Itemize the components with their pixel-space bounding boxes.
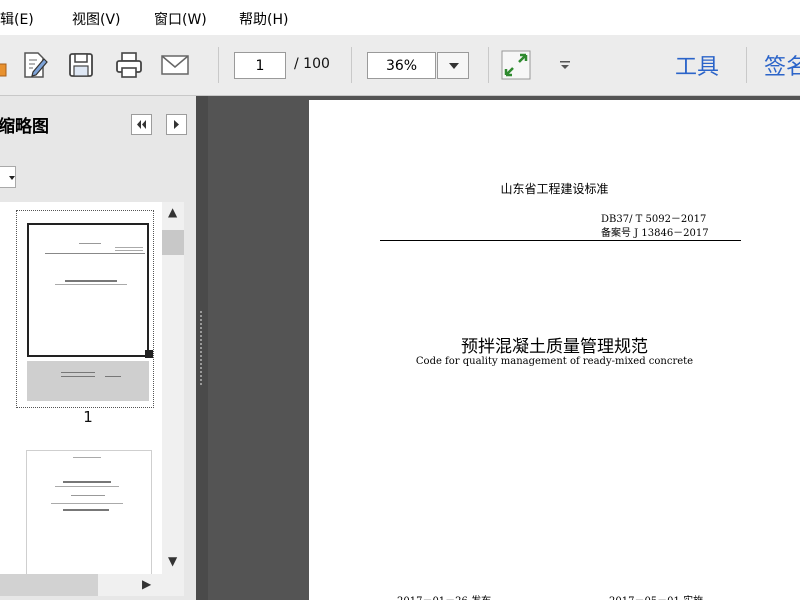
chevron-right-icon[interactable]: ▶ xyxy=(142,577,151,591)
chevron-down-icon xyxy=(9,176,15,180)
document-page[interactable]: 山东省工程建设标准 DB37/ T 5092－2017 备案号 J 13846－… xyxy=(309,100,800,600)
chevron-down-icon[interactable]: ▼ xyxy=(168,554,177,568)
tools-button[interactable]: 工具 xyxy=(675,49,719,81)
standard-code: DB37/ T 5092－2017 xyxy=(601,214,707,225)
fullscreen-icon[interactable] xyxy=(500,49,532,81)
sign-button[interactable]: 签名 xyxy=(764,49,800,81)
collapse-panel-button[interactable] xyxy=(131,114,152,135)
thumbnail-page-1[interactable] xyxy=(16,210,154,408)
expand-panel-button[interactable] xyxy=(166,114,187,135)
thumbnails-panel: 页面缩略图 1 xyxy=(0,96,196,600)
document-title-english: Code for quality management of ready-mix… xyxy=(415,356,694,367)
panel-title: 页面缩略图 xyxy=(0,117,49,137)
toolbar-options-icon[interactable] xyxy=(558,58,572,72)
menu-view[interactable]: 视图(V) xyxy=(72,9,121,29)
toolbar-separator xyxy=(351,47,352,83)
viewport-resize-handle[interactable] xyxy=(145,350,153,358)
issue-date: 2017－01－26 发布 xyxy=(397,592,491,600)
thumbnail-page-2[interactable] xyxy=(26,450,152,574)
record-number: 备案号 J 13846－2017 xyxy=(601,228,709,239)
standard-header: 山东省工程建设标准 xyxy=(500,182,609,196)
thumbnail-list[interactable]: 1 xyxy=(0,202,162,574)
email-icon[interactable] xyxy=(160,50,190,80)
menu-edit[interactable]: 编辑(E) xyxy=(0,9,34,29)
toolbar-separator xyxy=(218,47,219,83)
total-pages-label: / 100 xyxy=(294,56,330,72)
thumbnail-vertical-scrollbar[interactable]: ▲ ▼ xyxy=(162,202,184,574)
document-title: 预拌混凝土质量管理规范 xyxy=(461,337,648,357)
scrollbar-thumb[interactable] xyxy=(162,230,184,255)
save-icon[interactable] xyxy=(66,50,96,80)
splitter-grip xyxy=(200,311,202,386)
edit-document-icon[interactable] xyxy=(20,50,50,80)
chevron-up-icon[interactable]: ▲ xyxy=(168,205,177,219)
zoom-level-input[interactable]: 36% xyxy=(367,52,436,79)
toolbar: 1 / 100 36% 工具 签名 xyxy=(0,35,800,96)
zoom-dropdown-button[interactable] xyxy=(437,52,469,79)
create-pdf-icon[interactable] xyxy=(0,50,20,80)
print-icon[interactable] xyxy=(114,50,144,80)
viewport-frame[interactable] xyxy=(27,223,149,357)
double-left-arrow-icon xyxy=(137,120,146,129)
menu-help[interactable]: 帮助(H) xyxy=(239,9,288,29)
header-rule xyxy=(380,240,741,241)
implement-date: 2017－05－01 实施 xyxy=(609,592,703,600)
scrollbar-thumb[interactable] xyxy=(0,574,98,596)
menu-bar: 编辑(E) 视图(V) 窗口(W) 帮助(H) xyxy=(0,0,800,35)
toolbar-separator xyxy=(746,47,747,83)
toolbar-separator xyxy=(488,47,489,83)
thumbnail-footer xyxy=(27,361,149,401)
right-arrow-icon xyxy=(174,120,179,129)
current-page-input[interactable]: 1 xyxy=(234,52,286,79)
document-view[interactable]: 山东省工程建设标准 DB37/ T 5092－2017 备案号 J 13846－… xyxy=(208,96,800,600)
thumbnail-horizontal-scrollbar[interactable]: ▶ xyxy=(0,574,184,596)
panel-splitter[interactable] xyxy=(196,96,208,600)
menu-window[interactable]: 窗口(W) xyxy=(154,9,207,29)
thumbnail-page-number: 1 xyxy=(83,408,93,426)
